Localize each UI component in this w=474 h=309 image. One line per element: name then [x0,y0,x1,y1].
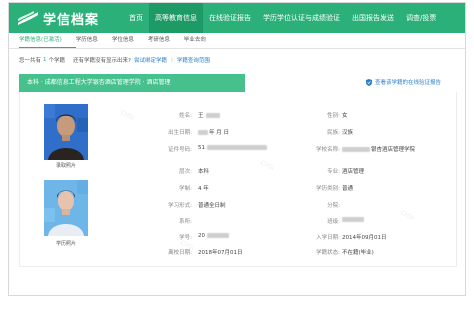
major-label: 专业: [327,169,340,175]
birth-value: 年 月 日 [198,128,229,136]
redaction-mask [207,145,267,150]
admission-photo-caption: 录取照片 [55,163,76,169]
nav-higher-education[interactable]: 高等教育信息 [149,3,203,33]
gender-label: 性别: [327,113,340,119]
level-label: 层次: [179,169,192,175]
enroll-date-value: 2014年09月01日 [342,235,387,241]
redaction-mask [342,217,364,222]
level-value: 本科 [198,169,210,175]
watermark: CHSI [399,209,416,222]
redaction-mask [205,113,220,118]
logo-text: 学信档案 [43,12,100,28]
category-label: 学历类别: [316,186,340,192]
summary-prefix: 您一共有 [19,58,42,64]
tab-graduation-destination[interactable]: 毕业去向 [184,33,220,48]
leave-date-value: 2018年07月01日 [198,250,243,256]
nav-online-report[interactable]: 在线验证报告 [203,3,257,33]
site-logo[interactable]: 学信档案 [17,9,100,28]
study-form-value: 普通全日制 [198,203,226,209]
nav-certification[interactable]: 学历学位认证与成绩验证 [257,3,346,33]
name-value: 王 [198,111,220,119]
student-no-value: 20 [198,233,229,239]
browser-frame: 学信档案 首页 高等教育信息 在线验证报告 学历学位认证与成绩验证 出国报告发送… [8,2,466,296]
main-nav: 首页 高等教育信息 在线验证报告 学历学位认证与成绩验证 出国报告发送 调查/投… [123,3,442,33]
ethnicity-value: 汉族 [342,130,354,136]
gender-value: 女 [342,113,348,119]
nav-survey[interactable]: 调查/投票 [400,3,442,33]
enroll-date-label: 入学日期: [316,235,340,241]
tab-student-status[interactable]: 学籍信息(已激活) [19,33,76,48]
ethnicity-label: 民族: [327,130,340,136]
status-value: 不在籍(毕业) [342,250,374,256]
tab-postgraduate-exam[interactable]: 考研信息 [148,33,184,48]
bind-record-link[interactable]: 尝试绑定学籍 [134,56,167,64]
record-title-banner[interactable]: 本科 · 成都信息工程大学银杏酒店管理学院 · 酒店管理 [19,74,245,92]
name-label: 姓名: [179,113,192,119]
watermark: CHSI [259,159,276,172]
shield-icon [365,78,372,86]
major-value: 酒店管理 [342,169,365,175]
verify-report-label: 查看该学籍的在线验证报告 [374,80,441,86]
admission-photo [44,104,88,160]
sub-navigation: 学籍信息(已激活) 学历信息 学位信息 考研信息 毕业去向 [9,33,465,49]
redaction-mask [207,233,229,238]
duration-value: 4 年 [198,186,209,192]
book-logo-icon [18,11,38,25]
record-details-card: 录取照片 学历照片 姓名: 王 出生日期: 年 月 日 证件号码: 51 层次:… [19,92,457,267]
tab-education[interactable]: 学历信息 [76,33,112,48]
category-value: 普通 [342,186,354,192]
redaction-mask [342,147,370,152]
summary-question: 还有学籍没有显示出来? [73,58,131,64]
duration-label: 学制: [179,186,192,192]
watermark: CHSI [119,109,136,122]
class-label: 班级: [327,219,340,225]
redaction-mask [198,130,208,135]
person-photo-icon [44,180,88,236]
graduation-photo-caption: 学历照片 [55,241,76,247]
branch-label: 分院: [327,203,340,209]
id-number-value: 51 [198,145,267,151]
class-value [342,217,364,223]
link-divider: | [170,57,173,63]
school-label: 学校名称: [316,147,340,153]
id-number-label: 证件号码: [168,147,192,153]
status-label: 学籍状态: [316,250,340,256]
school-value: 银杏酒店管理学院 [342,145,415,153]
study-form-label: 学习形式: [168,203,192,209]
person-photo-icon [44,104,88,160]
nav-home[interactable]: 首页 [123,3,149,33]
department-label: 系所: [179,219,192,225]
birth-label: 出生日期: [168,130,192,136]
record-summary: 您一共有 1 个学籍 还有学籍没有显示出来? 尝试绑定学籍 | 学籍查询范围 [19,55,210,65]
tab-degree[interactable]: 学位信息 [112,33,148,48]
top-navigation-bar: 学信档案 首页 高等教育信息 在线验证报告 学历学位认证与成绩验证 出国报告发送… [9,3,465,33]
verify-report-link[interactable]: 查看该学籍的在线验证报告 [365,78,441,86]
student-no-label: 学号: [179,235,192,241]
summary-suffix: 个学籍 [48,58,66,64]
graduation-photo [44,180,88,236]
query-scope-link[interactable]: 学籍查询范围 [177,56,210,64]
record-count: 1 [43,57,47,63]
nav-abroad-report[interactable]: 出国报告发送 [346,3,400,33]
